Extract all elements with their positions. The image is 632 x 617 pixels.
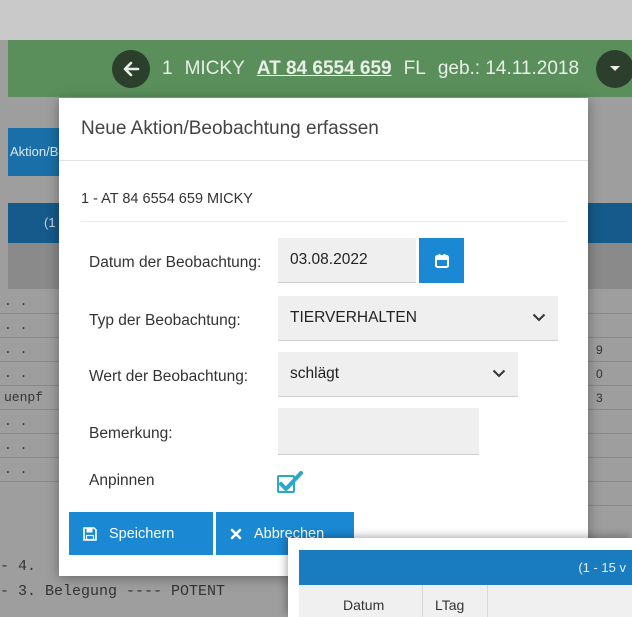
list-item: . . <box>0 410 60 434</box>
list-item: . . <box>0 362 60 386</box>
date-picker-button[interactable] <box>419 238 464 283</box>
header-menu-button[interactable] <box>596 50 632 88</box>
animal-birth-date: geb.: 14.11.2018 <box>437 58 580 79</box>
date-label: Datum der Beobachtung: <box>89 254 262 271</box>
remark-input[interactable] <box>278 408 479 455</box>
type-value: TIERVERHALTEN <box>290 309 417 326</box>
save-icon <box>83 526 97 541</box>
save-button[interactable]: Speichern <box>69 512 213 555</box>
list-item: 9 <box>588 338 632 362</box>
value-select[interactable]: schlägt <box>278 352 518 397</box>
column-header-ltag[interactable]: LTag <box>435 597 464 613</box>
table-range-bar: (1 - 15 v <box>299 550 632 585</box>
subtitle-divider <box>81 221 566 222</box>
dialog-subtitle: 1 - AT 84 6554 659 MICKY <box>81 191 253 207</box>
back-button[interactable] <box>112 50 150 88</box>
list-item <box>588 410 632 434</box>
save-button-label: Speichern <box>109 525 175 542</box>
pin-checkbox[interactable] <box>277 471 303 495</box>
dialog-divider <box>59 160 588 161</box>
list-item: . . <box>0 458 60 482</box>
list-item: . . <box>0 314 60 338</box>
list-item <box>588 314 632 338</box>
table-header: Datum LTag <box>299 585 632 617</box>
value-label: Wert der Beobachtung: <box>89 368 249 385</box>
list-item <box>588 290 632 314</box>
list-item: 3 <box>588 386 632 410</box>
background-tab[interactable]: Aktion/B <box>8 128 66 176</box>
list-item: . . <box>0 434 60 458</box>
background-table-bar: (1 <box>8 203 60 243</box>
animal-position: 1 <box>162 58 173 79</box>
caret-down-icon <box>610 66 620 71</box>
list-item <box>588 458 632 482</box>
animal-ear-tag-link[interactable]: AT 84 6554 659 <box>257 58 392 80</box>
arrow-left-icon <box>123 61 140 77</box>
animal-breed: FL <box>403 58 426 79</box>
pin-label: Anpinnen <box>89 472 155 489</box>
list-item <box>588 434 632 458</box>
type-select[interactable]: TIERVERHALTEN <box>278 296 558 341</box>
list-item: . . <box>0 338 60 362</box>
chevron-down-icon <box>492 369 506 378</box>
list-item: uenpf <box>0 386 60 410</box>
dialog-title: Neue Aktion/Beobachtung erfassen <box>81 118 379 139</box>
date-input[interactable]: 03.08.2022 <box>278 238 416 283</box>
list-item <box>588 482 632 506</box>
animal-name: MICKY <box>184 58 245 79</box>
app-top-bar <box>0 0 632 40</box>
animal-header: 1 MICKY AT 84 6554 659 FL geb.: 14.11.20… <box>112 50 579 88</box>
calendar-icon <box>434 253 449 268</box>
remark-label: Bemerkung: <box>89 425 173 442</box>
column-divider <box>487 585 488 617</box>
new-observation-dialog: Neue Aktion/Beobachtung erfassen 1 - AT … <box>59 98 588 576</box>
background-table-bar-right <box>588 203 632 243</box>
background-right-column: 9 0 3 <box>588 290 632 530</box>
close-icon <box>230 528 242 539</box>
column-divider <box>422 585 423 617</box>
background-text-line: - 4. <box>0 558 37 575</box>
background-text-line: - 3. Belegung ---- POTENT <box>0 583 226 600</box>
checkmark-icon <box>277 471 303 493</box>
type-label: Typ der Beobachtung: <box>89 312 241 329</box>
value-value: schlägt <box>290 365 340 382</box>
observation-table-panel: (1 - 15 v Datum LTag <box>288 538 632 617</box>
chevron-down-icon <box>532 313 546 322</box>
list-item: . . <box>0 290 60 314</box>
date-value: 03.08.2022 <box>290 251 368 268</box>
background-list: . . . . . . . . uenpf . . . . . . <box>0 290 60 482</box>
column-header-datum[interactable]: Datum <box>343 597 384 613</box>
list-item: 0 <box>588 362 632 386</box>
